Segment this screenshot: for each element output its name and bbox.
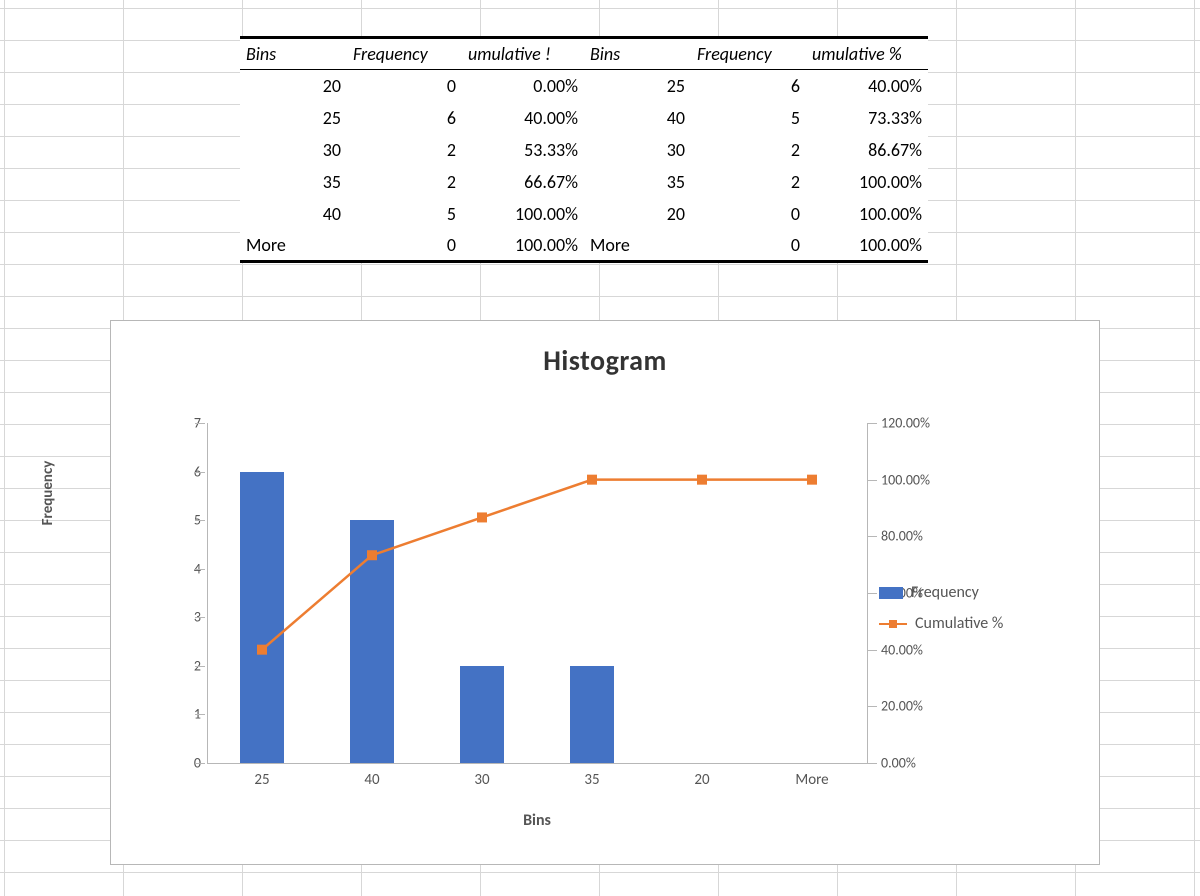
frequency-table: Bins Frequency umulative ! Bins Frequenc…: [240, 36, 928, 263]
cell[interactable]: 100.00%: [806, 230, 928, 262]
x-axis-title: Bins: [207, 811, 867, 830]
x-tick-label: 30: [474, 771, 489, 789]
cell[interactable]: More: [240, 230, 347, 262]
cell[interactable]: 40: [240, 198, 347, 230]
cell[interactable]: 25: [240, 102, 347, 134]
y1-tick-label: 0: [147, 755, 201, 772]
table-row[interactable]: 25 6 40.00% 40 5 73.33%: [240, 102, 928, 134]
x-tick-label: 40: [364, 771, 379, 789]
cell[interactable]: 30: [240, 134, 347, 166]
th-bins-left[interactable]: Bins: [240, 38, 347, 70]
legend-item-cumulative: Cumulative %: [879, 614, 1003, 633]
cell[interactable]: 35: [240, 166, 347, 198]
chart-legend: Frequency Cumulative %: [879, 571, 1003, 645]
cell[interactable]: 0: [691, 198, 806, 230]
cumulative-line: [207, 423, 867, 763]
y1-tick-label: 6: [147, 463, 201, 480]
table-row[interactable]: More 0 100.00% More 0 100.00%: [240, 230, 928, 262]
th-freq-left[interactable]: Frequency: [347, 38, 462, 70]
cell[interactable]: 86.67%: [806, 134, 928, 166]
cell[interactable]: 2: [691, 166, 806, 198]
legend-label: Frequency: [911, 583, 979, 602]
y-axis-title: Frequency: [39, 393, 57, 593]
table-row[interactable]: 40 5 100.00% 20 0 100.00%: [240, 198, 928, 230]
cell[interactable]: 2: [347, 166, 462, 198]
y1-ticks: [195, 423, 205, 763]
x-tick-label: 25: [254, 771, 269, 789]
cell[interactable]: 35: [584, 166, 691, 198]
y2-tick-label: 80.00%: [881, 528, 971, 545]
y1-tick-label: 7: [147, 415, 201, 432]
y1-tick-label: 1: [147, 706, 201, 723]
th-cum-left[interactable]: umulative !: [462, 38, 584, 70]
y1-tick-label: 2: [147, 657, 201, 674]
line-swatch-icon: [879, 618, 907, 630]
cell[interactable]: 5: [347, 198, 462, 230]
th-bins-right[interactable]: Bins: [584, 38, 691, 70]
x-tick-label: 20: [694, 771, 709, 789]
chart-title: Histogram: [111, 343, 1099, 378]
histogram-chart[interactable]: Histogram 01234567 0.00%20.00%40.00%60.0…: [110, 320, 1100, 865]
y1-tick-labels: 01234567: [147, 423, 201, 763]
y2-tick-label: 0.00%: [881, 755, 971, 772]
cell[interactable]: 20: [240, 70, 347, 102]
y2-ticks: [867, 423, 877, 763]
legend-label: Cumulative %: [915, 614, 1003, 633]
cell[interactable]: 100.00%: [806, 198, 928, 230]
cell[interactable]: 0: [691, 230, 806, 262]
x-axis-line: [207, 763, 867, 764]
cell[interactable]: 66.67%: [462, 166, 584, 198]
cell[interactable]: 5: [691, 102, 806, 134]
cell[interactable]: 53.33%: [462, 134, 584, 166]
x-tick-label: More: [795, 771, 828, 789]
th-freq-right[interactable]: Frequency: [691, 38, 806, 70]
cell[interactable]: 2: [691, 134, 806, 166]
cell[interactable]: 30: [584, 134, 691, 166]
cell[interactable]: More: [584, 230, 691, 262]
cell[interactable]: 100.00%: [462, 230, 584, 262]
y2-tick-label: 120.00%: [881, 415, 971, 432]
cell[interactable]: 6: [691, 70, 806, 102]
cell[interactable]: 25: [584, 70, 691, 102]
cell[interactable]: 100.00%: [806, 166, 928, 198]
cell[interactable]: 40.00%: [806, 70, 928, 102]
bar-swatch-icon: [879, 587, 903, 599]
y1-tick-label: 5: [147, 512, 201, 529]
cell[interactable]: 0.00%: [462, 70, 584, 102]
cell[interactable]: 20: [584, 198, 691, 230]
cell[interactable]: 40.00%: [462, 102, 584, 134]
cell[interactable]: 2: [347, 134, 462, 166]
legend-item-frequency: Frequency: [879, 583, 1003, 602]
table-row[interactable]: 30 2 53.33% 30 2 86.67%: [240, 134, 928, 166]
y1-tick-label: 4: [147, 560, 201, 577]
cell[interactable]: 0: [347, 230, 462, 262]
cell[interactable]: 100.00%: [462, 198, 584, 230]
cell[interactable]: 0: [347, 70, 462, 102]
y2-tick-label: 20.00%: [881, 698, 971, 715]
th-cum-right[interactable]: umulative %: [806, 38, 928, 70]
x-tick-labels: 25 40 30 35 20 More: [207, 771, 867, 795]
cell[interactable]: 40: [584, 102, 691, 134]
cell[interactable]: 73.33%: [806, 102, 928, 134]
y2-tick-label: 100.00%: [881, 471, 971, 488]
table-row[interactable]: 20 0 0.00% 25 6 40.00%: [240, 70, 928, 102]
y1-tick-label: 3: [147, 609, 201, 626]
cell[interactable]: 6: [347, 102, 462, 134]
table-row[interactable]: 35 2 66.67% 35 2 100.00%: [240, 166, 928, 198]
x-tick-label: 35: [584, 771, 599, 789]
